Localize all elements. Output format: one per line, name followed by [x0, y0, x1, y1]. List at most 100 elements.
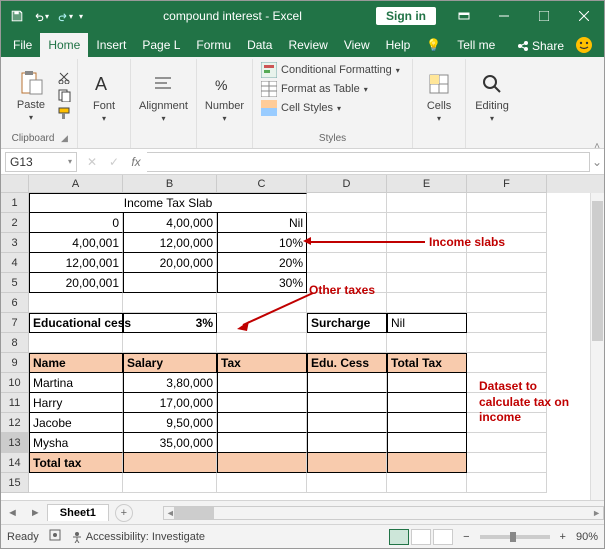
cell[interactable]: [467, 473, 547, 493]
save-icon[interactable]: [7, 6, 27, 26]
row-header[interactable]: 12: [1, 413, 29, 433]
cell[interactable]: Name: [29, 353, 123, 373]
cell[interactable]: [217, 373, 307, 393]
cell[interactable]: [387, 253, 467, 273]
tab-home[interactable]: Home: [40, 33, 88, 57]
cell[interactable]: [307, 293, 387, 313]
alignment-group-button[interactable]: Alignment▾: [135, 68, 192, 125]
cell[interactable]: [217, 393, 307, 413]
row-header[interactable]: 1: [1, 193, 29, 213]
cell[interactable]: [123, 473, 217, 493]
cell[interactable]: [307, 333, 387, 353]
cell[interactable]: [29, 333, 123, 353]
cell[interactable]: [467, 433, 547, 453]
cell[interactable]: [387, 413, 467, 433]
row-header[interactable]: 13: [1, 433, 29, 453]
cells-group-button[interactable]: Cells▾: [417, 68, 461, 125]
cell-styles-button[interactable]: Cell Styles ▾: [257, 99, 408, 117]
cell[interactable]: [217, 333, 307, 353]
cell[interactable]: [217, 313, 307, 333]
cell[interactable]: [467, 373, 547, 393]
cell[interactable]: [467, 333, 547, 353]
sheet-tab[interactable]: Sheet1: [47, 504, 109, 521]
select-all-corner[interactable]: [1, 175, 29, 193]
row-header[interactable]: 4: [1, 253, 29, 273]
cell[interactable]: 0: [29, 213, 123, 233]
col-header-c[interactable]: C: [217, 175, 307, 193]
qat-customize-icon[interactable]: ▾: [79, 12, 83, 21]
cell[interactable]: [467, 293, 547, 313]
cell[interactable]: [387, 273, 467, 293]
cell[interactable]: 3%: [123, 313, 217, 333]
cell[interactable]: [387, 293, 467, 313]
feedback-icon[interactable]: [572, 33, 596, 57]
tab-review[interactable]: Review: [280, 33, 335, 57]
tab-data[interactable]: Data: [239, 33, 280, 57]
undo-icon[interactable]: ▾: [31, 6, 51, 26]
col-header-d[interactable]: D: [307, 175, 387, 193]
cell[interactable]: [123, 273, 217, 293]
cell[interactable]: [467, 273, 547, 293]
cell[interactable]: Tax: [217, 353, 307, 373]
conditional-formatting-button[interactable]: Conditional Formatting ▾: [257, 61, 408, 79]
horizontal-scrollbar[interactable]: ◄►: [163, 506, 604, 520]
cell[interactable]: [307, 273, 387, 293]
cell[interactable]: [387, 453, 467, 473]
row-header[interactable]: 3: [1, 233, 29, 253]
tab-view[interactable]: View: [336, 33, 378, 57]
cell[interactable]: Salary: [123, 353, 217, 373]
tab-page-layout[interactable]: Page L: [134, 33, 188, 57]
cell[interactable]: Jacobe: [29, 413, 123, 433]
cell[interactable]: [217, 473, 307, 493]
row-header[interactable]: 6: [1, 293, 29, 313]
zoom-out-button[interactable]: −: [463, 531, 469, 543]
cell[interactable]: Edu. Cess: [307, 353, 387, 373]
enter-formula-icon[interactable]: ✓: [103, 155, 125, 169]
cell[interactable]: 12,00,001: [29, 253, 123, 273]
cell[interactable]: 10%: [217, 233, 307, 253]
zoom-level[interactable]: 90%: [576, 531, 598, 543]
row-header[interactable]: 7: [1, 313, 29, 333]
name-box[interactable]: G13▾: [5, 152, 77, 172]
redo-icon[interactable]: ▾: [55, 6, 75, 26]
cell[interactable]: [467, 353, 547, 373]
spreadsheet-grid[interactable]: A B C D E F 1 Income Tax Slab 2 0 4,00,0…: [1, 175, 604, 493]
sign-in-button[interactable]: Sign in: [376, 7, 436, 25]
close-button[interactable]: [564, 1, 604, 31]
expand-formula-icon[interactable]: ⌄: [590, 155, 604, 169]
cell[interactable]: [307, 253, 387, 273]
new-sheet-button[interactable]: +: [115, 504, 133, 522]
cell[interactable]: [307, 453, 387, 473]
cell[interactable]: Nil: [217, 213, 307, 233]
cell[interactable]: 17,00,000: [123, 393, 217, 413]
cut-icon[interactable]: [57, 70, 73, 86]
tab-tell-me[interactable]: Tell me: [449, 33, 503, 57]
row-header[interactable]: 5: [1, 273, 29, 293]
cell[interactable]: [217, 453, 307, 473]
cell[interactable]: Mysha: [29, 433, 123, 453]
collapse-ribbon-icon[interactable]: ˄: [594, 141, 600, 152]
zoom-slider[interactable]: [480, 535, 550, 539]
fx-icon[interactable]: fx: [125, 155, 147, 169]
cell[interactable]: [307, 373, 387, 393]
cell[interactable]: Nil: [387, 313, 467, 333]
row-header[interactable]: 11: [1, 393, 29, 413]
row-header[interactable]: 10: [1, 373, 29, 393]
tab-help[interactable]: Help: [378, 33, 419, 57]
cell[interactable]: 20%: [217, 253, 307, 273]
cell[interactable]: [307, 433, 387, 453]
col-header-a[interactable]: A: [29, 175, 123, 193]
cell[interactable]: [467, 453, 547, 473]
page-layout-view-button[interactable]: [411, 529, 431, 545]
formula-input[interactable]: [147, 152, 590, 172]
cell[interactable]: [217, 413, 307, 433]
cell[interactable]: Harry: [29, 393, 123, 413]
cell[interactable]: [217, 433, 307, 453]
cell[interactable]: [123, 333, 217, 353]
cell[interactable]: [123, 293, 217, 313]
zoom-in-button[interactable]: +: [560, 531, 566, 543]
cell[interactable]: [467, 253, 547, 273]
cell[interactable]: 3,80,000: [123, 373, 217, 393]
cancel-formula-icon[interactable]: ✕: [81, 155, 103, 169]
cell[interactable]: Income Tax Slab: [29, 193, 307, 213]
